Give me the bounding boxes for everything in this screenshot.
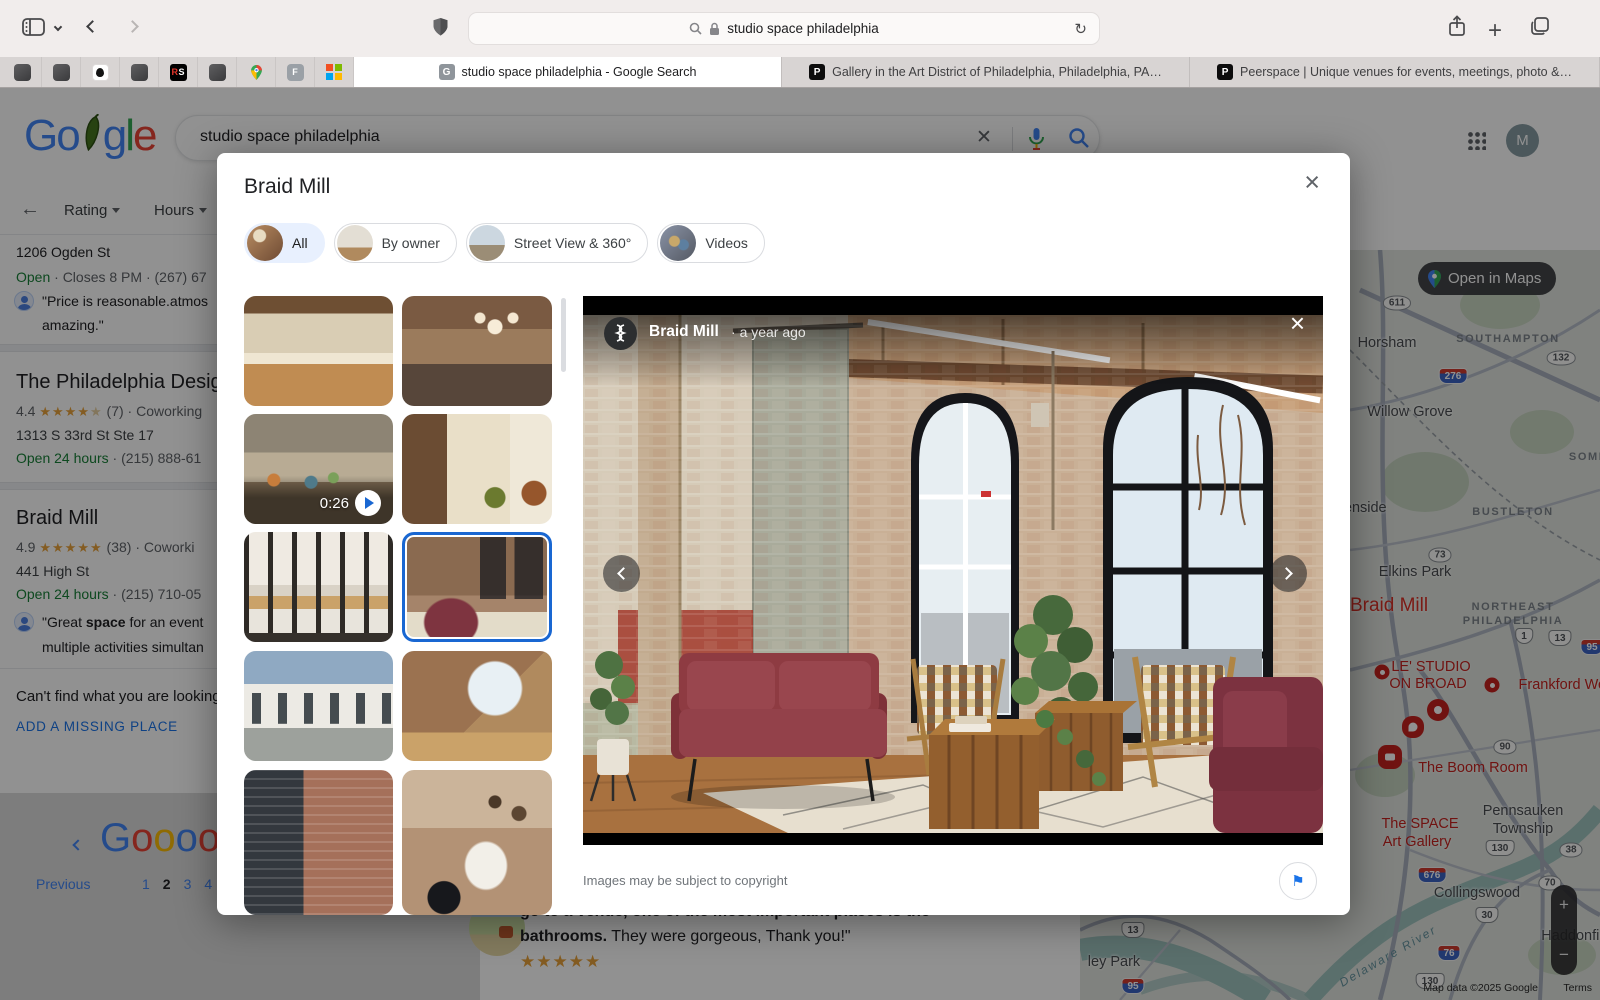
chip-thumbnail <box>469 225 505 261</box>
back-button[interactable] <box>88 22 97 31</box>
previous-image-button[interactable] <box>603 555 640 592</box>
image-viewer: Braid Mill · a year ago × <box>583 296 1323 845</box>
site-favicon <box>209 64 226 81</box>
lock-icon <box>709 22 720 36</box>
privacy-shield-icon[interactable] <box>432 17 449 37</box>
report-flag-button[interactable]: ⚑ <box>1279 862 1317 900</box>
pinned-tab-apple[interactable] <box>81 57 120 87</box>
chip-street-view[interactable]: Street View & 360° <box>466 223 648 263</box>
google-maps-favicon <box>248 64 265 81</box>
address-bar[interactable]: studio space philadelphia ↻ <box>468 12 1100 45</box>
search-icon <box>689 22 702 35</box>
thumbnail-open-loft[interactable] <box>244 296 393 406</box>
chip-label: All <box>292 235 308 251</box>
tab-title: Peerspace | Unique venues for events, me… <box>1240 65 1572 79</box>
browser-toolbar: studio space philadelphia ↻ + <box>0 0 1600 57</box>
chip-thumbnail <box>247 225 283 261</box>
play-icon <box>355 490 381 516</box>
google-favicon: G <box>439 64 455 80</box>
share-glyph <box>1448 15 1466 37</box>
thumbnail-hallway-lounge[interactable] <box>402 414 552 524</box>
pinned-tab-rs[interactable]: RS <box>159 57 198 87</box>
thumbnail-white-building-exterior[interactable] <box>244 651 393 761</box>
chip-label: Videos <box>705 235 748 251</box>
thumbnail-window-office[interactable] <box>402 651 552 761</box>
pinned-tabs: RS F <box>0 57 354 87</box>
pinned-tab-site[interactable] <box>120 57 159 87</box>
thumbnail-mezzanine-lounge[interactable] <box>402 296 552 406</box>
chip-thumbnail <box>337 225 373 261</box>
modal-close-icon[interactable]: × <box>1304 169 1320 196</box>
sidebar-toggle-icon[interactable] <box>22 18 45 36</box>
thumbnail-wedding-couple[interactable] <box>402 770 552 915</box>
site-favicon <box>131 64 148 81</box>
forward-button[interactable] <box>128 22 137 31</box>
panel-icon <box>22 18 45 36</box>
pinned-tab-site[interactable] <box>3 57 42 87</box>
thumbnail-scrollbar[interactable] <box>561 298 566 372</box>
pinned-tab-site[interactable] <box>198 57 237 87</box>
copyright-notice: Images may be subject to copyright <box>583 873 788 888</box>
peerspace-favicon: P <box>809 64 825 80</box>
thumbnail-event-video[interactable]: 0:26 <box>244 414 393 524</box>
thumbnail-red-couch-room[interactable] <box>402 532 552 642</box>
pinned-tab-figma[interactable]: F <box>276 57 315 87</box>
gallery-filter-chips: All By owner Street View & 360° Videos <box>244 223 765 263</box>
site-favicon <box>53 64 70 81</box>
share-icon[interactable] <box>1448 15 1466 37</box>
viewer-source-name[interactable]: Braid Mill <box>649 323 719 341</box>
pinned-tab-microsoft[interactable] <box>315 57 354 87</box>
thumbnail-kitchen-bar[interactable] <box>244 532 393 642</box>
chip-videos[interactable]: Videos <box>657 223 765 263</box>
braid-mill-photo <box>583 315 1323 833</box>
braid-logo-icon <box>612 324 629 343</box>
viewer-close-icon[interactable]: × <box>1290 310 1305 336</box>
chip-label: Street View & 360° <box>514 235 631 251</box>
tab-gallery[interactable]: P Gallery in the Art District of Philade… <box>782 57 1190 87</box>
tab-google-search[interactable]: G studio space philadelphia - Google Sea… <box>354 57 782 87</box>
tabs-glyph <box>1530 16 1550 36</box>
chevron-down-icon[interactable] <box>55 24 61 30</box>
microsoft-favicon <box>326 64 343 81</box>
tab-title: Gallery in the Art District of Philadelp… <box>832 65 1162 79</box>
chip-all[interactable]: All <box>244 223 325 263</box>
shield-icon <box>432 17 449 37</box>
screen: studio space philadelphia ↻ + RS F G stud… <box>0 0 1600 1000</box>
chip-by-owner[interactable]: By owner <box>334 223 457 263</box>
tab-strip: RS F G studio space philadelphia - Google… <box>0 57 1600 88</box>
apple-favicon <box>92 64 109 81</box>
site-favicon <box>14 64 31 81</box>
modal-title: Braid Mill <box>244 175 330 199</box>
tab-peerspace[interactable]: P Peerspace | Unique venues for events, … <box>1190 57 1600 87</box>
peerspace-favicon: P <box>1217 64 1233 80</box>
chip-label: By owner <box>382 235 440 251</box>
rs-favicon: RS <box>170 64 187 81</box>
pinned-tab-site[interactable] <box>42 57 81 87</box>
figma-favicon: F <box>287 64 304 81</box>
next-image-button[interactable] <box>1270 555 1307 592</box>
sofa-right <box>1209 677 1323 833</box>
pinned-tab-google-maps[interactable] <box>237 57 276 87</box>
url-text: studio space philadelphia <box>727 21 879 36</box>
new-tab-button[interactable]: + <box>1488 17 1502 45</box>
viewer-age: · a year ago <box>731 324 806 340</box>
thumbnail-brick-wall-door[interactable] <box>244 770 393 915</box>
chip-thumbnail <box>660 225 696 261</box>
image-gallery-modal: Braid Mill × All By owner Street View & … <box>217 153 1350 915</box>
reload-icon[interactable]: ↻ <box>1074 20 1087 38</box>
tab-overview-icon[interactable] <box>1530 16 1550 36</box>
braid-mill-avatar[interactable] <box>604 317 637 350</box>
video-duration: 0:26 <box>320 495 349 512</box>
tab-title: studio space philadelphia - Google Searc… <box>462 65 697 79</box>
